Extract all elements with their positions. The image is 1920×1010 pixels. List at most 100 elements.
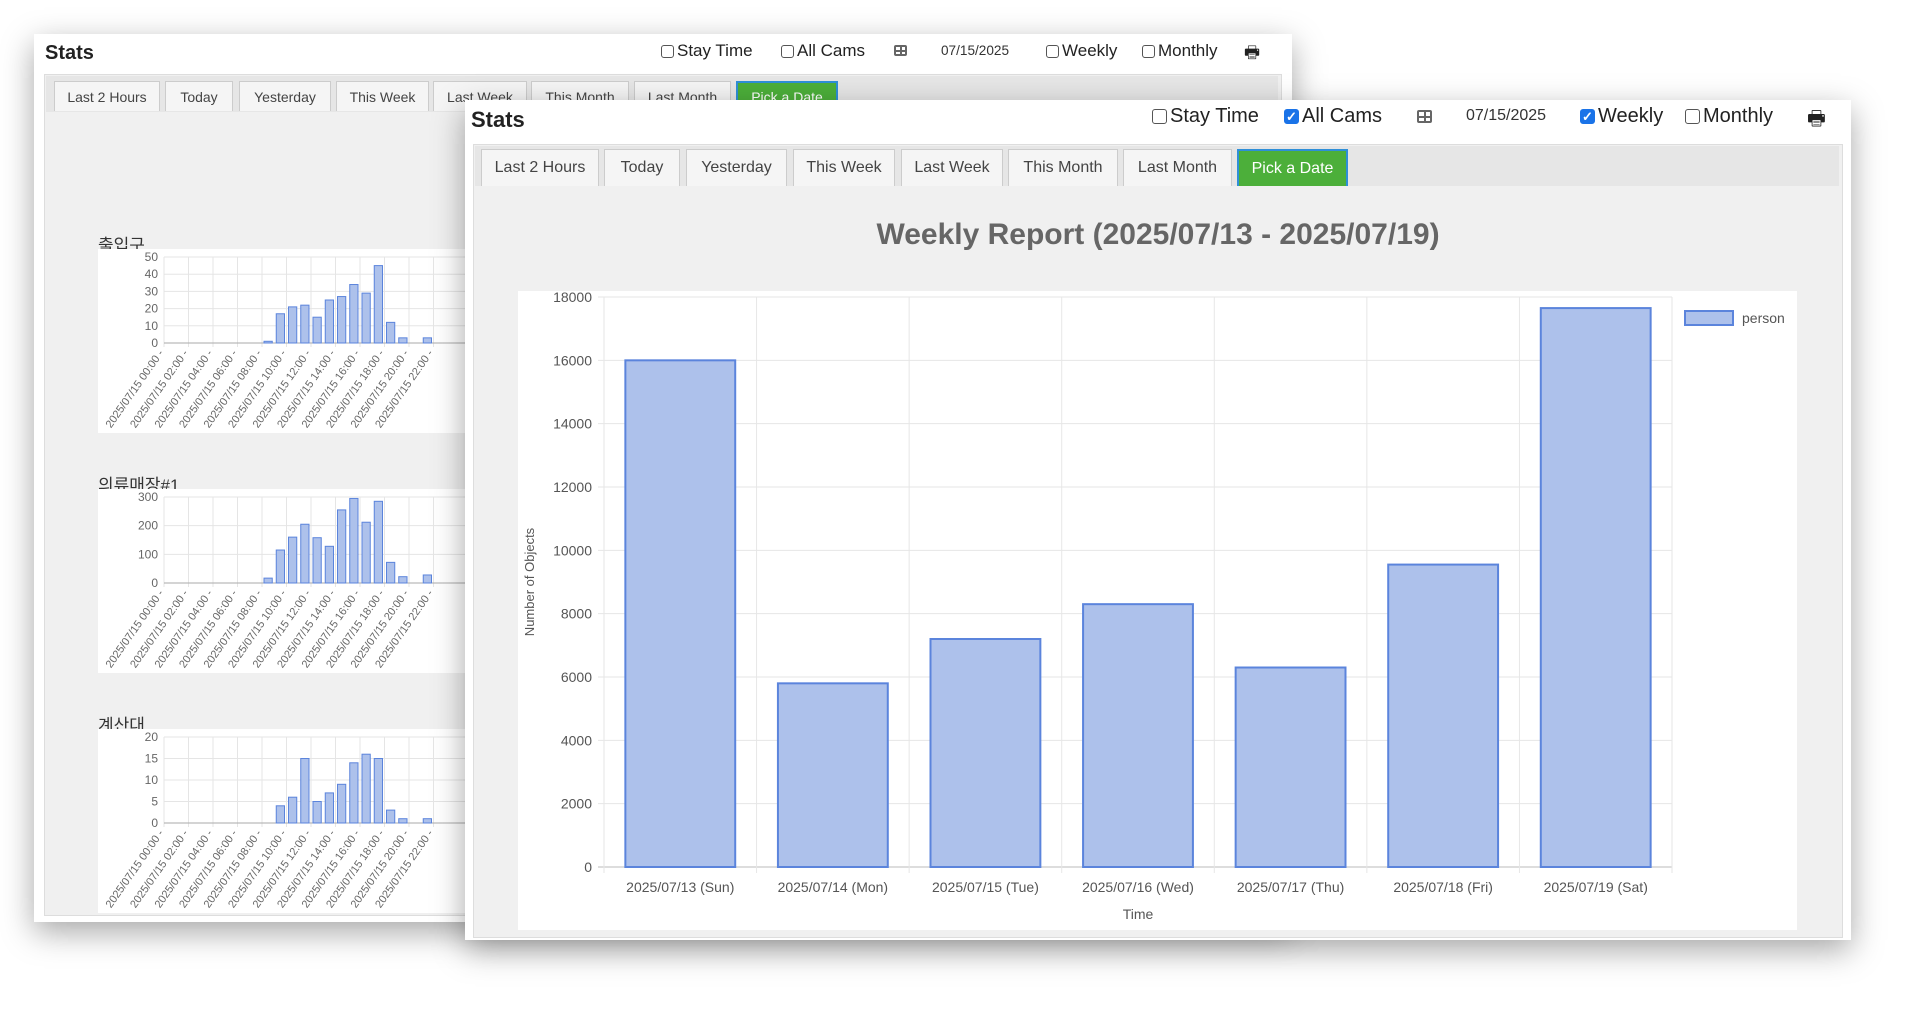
checkbox-box[interactable]: ✓ [1284, 109, 1299, 124]
bar [361, 292, 371, 344]
bar [422, 574, 432, 584]
bar [349, 762, 359, 824]
bar [398, 818, 408, 824]
x-axis-label: Time [1123, 906, 1154, 922]
bar [373, 265, 383, 344]
bar [398, 337, 408, 344]
bar [386, 321, 396, 344]
tab-pick-a-date[interactable]: Pick a Date [1237, 149, 1348, 186]
stay-time-checkbox[interactable]: Stay Time [1152, 105, 1259, 128]
y-tick-label: 20 [145, 730, 159, 744]
checkbox-label: Stay Time [677, 41, 753, 60]
y-tick-label: 0 [151, 336, 158, 350]
tab-today[interactable]: Today [604, 149, 680, 186]
bar [361, 753, 371, 824]
x-tick-label: 2025/07/14 (Mon) [778, 879, 889, 895]
bar [624, 359, 737, 868]
bar [776, 682, 889, 869]
page-title: Stats [45, 42, 94, 64]
bar [312, 537, 322, 584]
stay-time-checkbox[interactable]: Stay Time [661, 41, 753, 61]
y-tick-label: 8000 [561, 606, 592, 622]
printer-icon[interactable]: 🖶 [1807, 104, 1826, 138]
y-tick-label: 6000 [561, 669, 592, 685]
bar [1082, 603, 1194, 868]
checkbox-box[interactable]: ✓ [1580, 109, 1595, 124]
bar [337, 296, 347, 344]
y-tick-label: 10000 [553, 542, 592, 558]
legend-swatch [1684, 310, 1734, 326]
bar [312, 801, 322, 824]
y-tick-label: 4000 [561, 732, 592, 748]
checkbox-label: All Cams [797, 41, 866, 60]
tab-last-2-hours[interactable]: Last 2 Hours [54, 81, 160, 111]
bar [275, 313, 285, 344]
checkbox-box[interactable] [1142, 44, 1155, 58]
report-title: Weekly Report (2025/07/13 - 2025/07/19) [876, 218, 1440, 251]
date-input[interactable]: 07/15/2025 [941, 43, 1009, 58]
bar [337, 509, 347, 584]
grid-icon[interactable] [1417, 110, 1432, 123]
x-tick-label: 2025/07/18 (Fri) [1393, 879, 1493, 895]
y-tick-label: 200 [138, 519, 158, 533]
bar [275, 805, 285, 824]
bar [288, 796, 298, 824]
bar [349, 497, 359, 584]
y-tick-label: 300 [138, 490, 158, 504]
all-cams-checkbox[interactable]: All Cams [781, 41, 865, 61]
y-tick-label: 10 [145, 319, 159, 333]
y-axis-label: Number of Objects [522, 527, 537, 636]
x-tick-label: 2025/07/16 (Wed) [1082, 879, 1194, 895]
bar [373, 500, 383, 584]
printer-icon[interactable]: 🖶 [1244, 40, 1260, 69]
monthly-checkbox[interactable]: Monthly [1685, 105, 1773, 128]
bar [373, 758, 383, 824]
bar [422, 337, 432, 344]
x-tick-label: 2025/07/17 (Thu) [1237, 879, 1344, 895]
front-stats-window: Stats Stay Time ✓ All Cams 07/15/2025 ✓ W… [465, 100, 1851, 940]
tab-last-2-hours[interactable]: Last 2 Hours [481, 149, 599, 186]
page-title: Stats [471, 107, 525, 132]
x-tick-label: 2025/07/19 (Sat) [1544, 879, 1648, 895]
bar [275, 549, 285, 584]
y-tick-label: 0 [151, 576, 158, 590]
tab-yesterday[interactable]: Yesterday [239, 81, 331, 111]
checkbox-label: Stay Time [1170, 105, 1259, 127]
y-tick-label: 16000 [553, 352, 592, 368]
checkbox-label: Monthly [1158, 41, 1218, 60]
camera-bar-chart: 010203040502025/07/15 00:00 -2025/07/15 … [98, 249, 518, 433]
y-tick-label: 12000 [553, 479, 592, 495]
y-tick-label: 5 [151, 795, 158, 809]
checkbox-box[interactable] [781, 44, 794, 58]
checkbox-box[interactable] [1152, 109, 1167, 124]
monthly-checkbox[interactable]: Monthly [1142, 41, 1218, 61]
bar [361, 521, 371, 584]
date-input[interactable]: 07/15/2025 [1466, 107, 1546, 125]
y-tick-label: 14000 [553, 416, 592, 432]
bar [1234, 666, 1347, 868]
bar [422, 818, 432, 824]
weekly-checkbox[interactable]: ✓ Weekly [1580, 105, 1663, 128]
checkbox-box[interactable] [661, 44, 674, 58]
bar [349, 284, 359, 344]
checkbox-label: Weekly [1062, 41, 1118, 60]
y-tick-label: 100 [138, 547, 158, 561]
tab-this-week[interactable]: This Week [793, 149, 895, 186]
y-tick-label: 30 [145, 284, 159, 298]
tab-this-week[interactable]: This Week [336, 81, 429, 111]
tab-last-month[interactable]: Last Month [1123, 149, 1232, 186]
weekly-checkbox[interactable]: Weekly [1046, 41, 1117, 61]
y-tick-label: 40 [145, 267, 159, 281]
y-tick-label: 0 [584, 859, 592, 875]
tab-today[interactable]: Today [165, 81, 233, 111]
bar [324, 545, 334, 584]
tab-this-month[interactable]: This Month [1008, 149, 1118, 186]
bar [337, 783, 347, 824]
all-cams-checkbox[interactable]: ✓ All Cams [1284, 105, 1382, 128]
checkbox-box[interactable] [1685, 109, 1700, 124]
checkbox-box[interactable] [1046, 44, 1059, 58]
tab-last-week[interactable]: Last Week [901, 149, 1003, 186]
grid-icon[interactable] [894, 45, 907, 57]
tab-yesterday[interactable]: Yesterday [686, 149, 787, 186]
y-tick-label: 18000 [553, 291, 592, 305]
